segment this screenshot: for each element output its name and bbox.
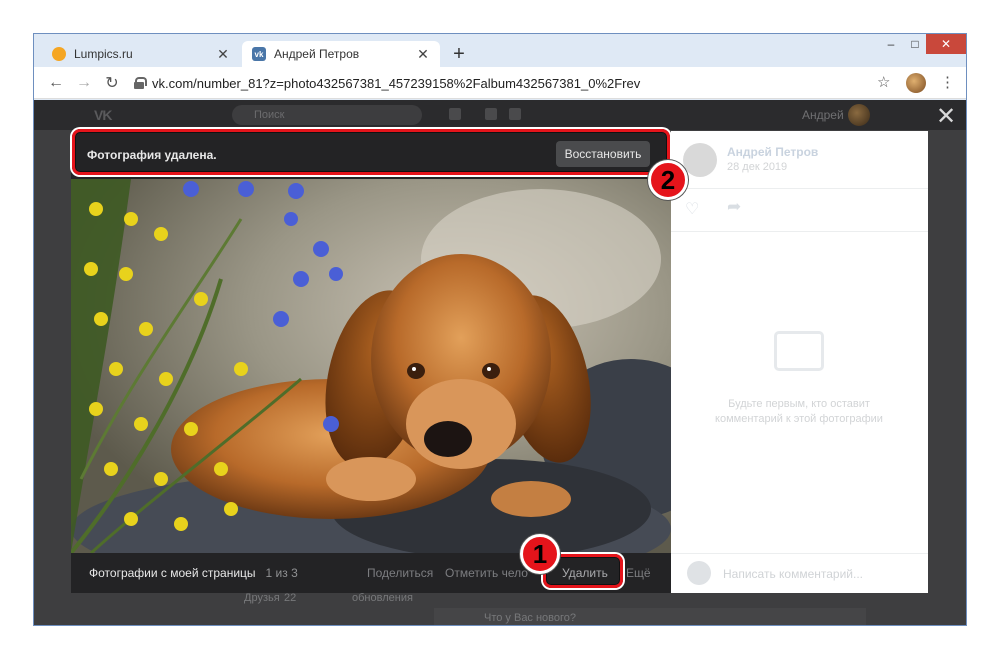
back-button[interactable]: ← [42,74,70,92]
minimize-button[interactable]: – [880,34,902,54]
vk-user-name[interactable]: Андрей [802,108,844,122]
window-close-button[interactable]: ✕ [926,34,966,54]
tab-vk-profile[interactable]: vk Андрей Петров ✕ [242,41,440,67]
more-action[interactable]: Ещё [626,566,651,580]
photo-sidebar: Андрей Петров 28 дек 2019 ♡ ➦ Будьте пер… [671,131,928,593]
tab-close-icon[interactable]: ✕ [216,46,230,63]
music-icon[interactable] [485,108,497,120]
divider [671,231,928,232]
share-arrow-icon[interactable]: ➦ [727,197,741,217]
comments-bubble-icon [774,331,824,371]
play-icon[interactable] [509,108,521,120]
share-action[interactable]: Поделиться [367,566,433,580]
empty-comments-text: Будьте первым, кто оставит комментарий к… [715,398,883,425]
tab-lumpics[interactable]: Lumpics.ru ✕ [42,41,240,67]
vk-header: VK Поиск Андрей ✕ [34,100,966,130]
annotation-highlight-notice [72,129,670,175]
tab-title: Lumpics.ru [74,47,133,61]
profile-avatar-icon[interactable] [906,73,926,93]
photo-counter: 1 из 3 [265,566,298,580]
vk-search-input[interactable]: Поиск [232,105,422,125]
lumpics-favicon-icon [52,47,66,61]
vk-logo[interactable]: VK [94,107,112,123]
tab-close-icon[interactable]: ✕ [416,46,430,63]
photo-viewer: Фотография удалена. Восстановить Фотогра… [71,131,928,593]
like-heart-icon[interactable]: ♡ [685,199,699,219]
friends-count: 22 [284,592,297,604]
annotation-step-1: 1 [520,534,560,574]
photo-date: 28 дек 2019 [727,161,788,173]
tag-person-action[interactable]: Отметить чело [445,566,528,580]
author-avatar[interactable] [683,143,717,177]
url-text: vk.com/number_81?z=photo432567381_457239… [152,75,641,91]
address-bar[interactable]: vk.com/number_81?z=photo432567381_457239… [134,71,894,95]
reload-button[interactable]: ↻ [98,73,126,93]
viewer-close-icon[interactable]: ✕ [934,102,958,131]
annotation-step-2: 2 [648,160,688,200]
forward-button[interactable]: → [70,74,98,92]
vk-user-avatar[interactable] [848,104,870,126]
lock-icon [134,77,147,89]
commenter-avatar [687,561,711,585]
friends-label: Друзья [244,592,280,604]
new-tab-button[interactable]: + [448,43,470,66]
author-name[interactable]: Андрей Петров [727,145,818,159]
browser-toolbar: ← → ↻ vk.com/number_81?z=photo432567381_… [34,67,966,99]
dog-photo [71,179,671,553]
divider [671,188,928,189]
post-prompt: Что у Вас нового? [484,612,577,624]
divider [671,553,928,554]
bell-icon[interactable] [449,108,461,120]
bookmark-star-icon[interactable]: ☆ [877,73,890,91]
vk-favicon-icon: vk [252,47,266,61]
comment-input[interactable]: Написать комментарий... [723,567,863,581]
tab-strip: Lumpics.ru ✕ vk Андрей Петров ✕ + – □ ✕ [34,34,966,67]
maximize-button[interactable]: □ [904,34,926,54]
browser-menu-icon[interactable]: ⋮ [940,73,955,91]
tab-title: Андрей Петров [274,47,360,61]
album-title-link[interactable]: Фотографии с моей страницы [89,566,256,580]
photo-area: Фотография удалена. Восстановить Фотогра… [71,131,671,593]
vk-page: VK Поиск Андрей ✕ Друзья 22 обновления Ч… [34,100,966,625]
browser-window: Lumpics.ru ✕ vk Андрей Петров ✕ + – □ ✕ … [33,33,967,626]
dog-photo-image [71,179,671,553]
updates-label: обновления [352,592,413,604]
